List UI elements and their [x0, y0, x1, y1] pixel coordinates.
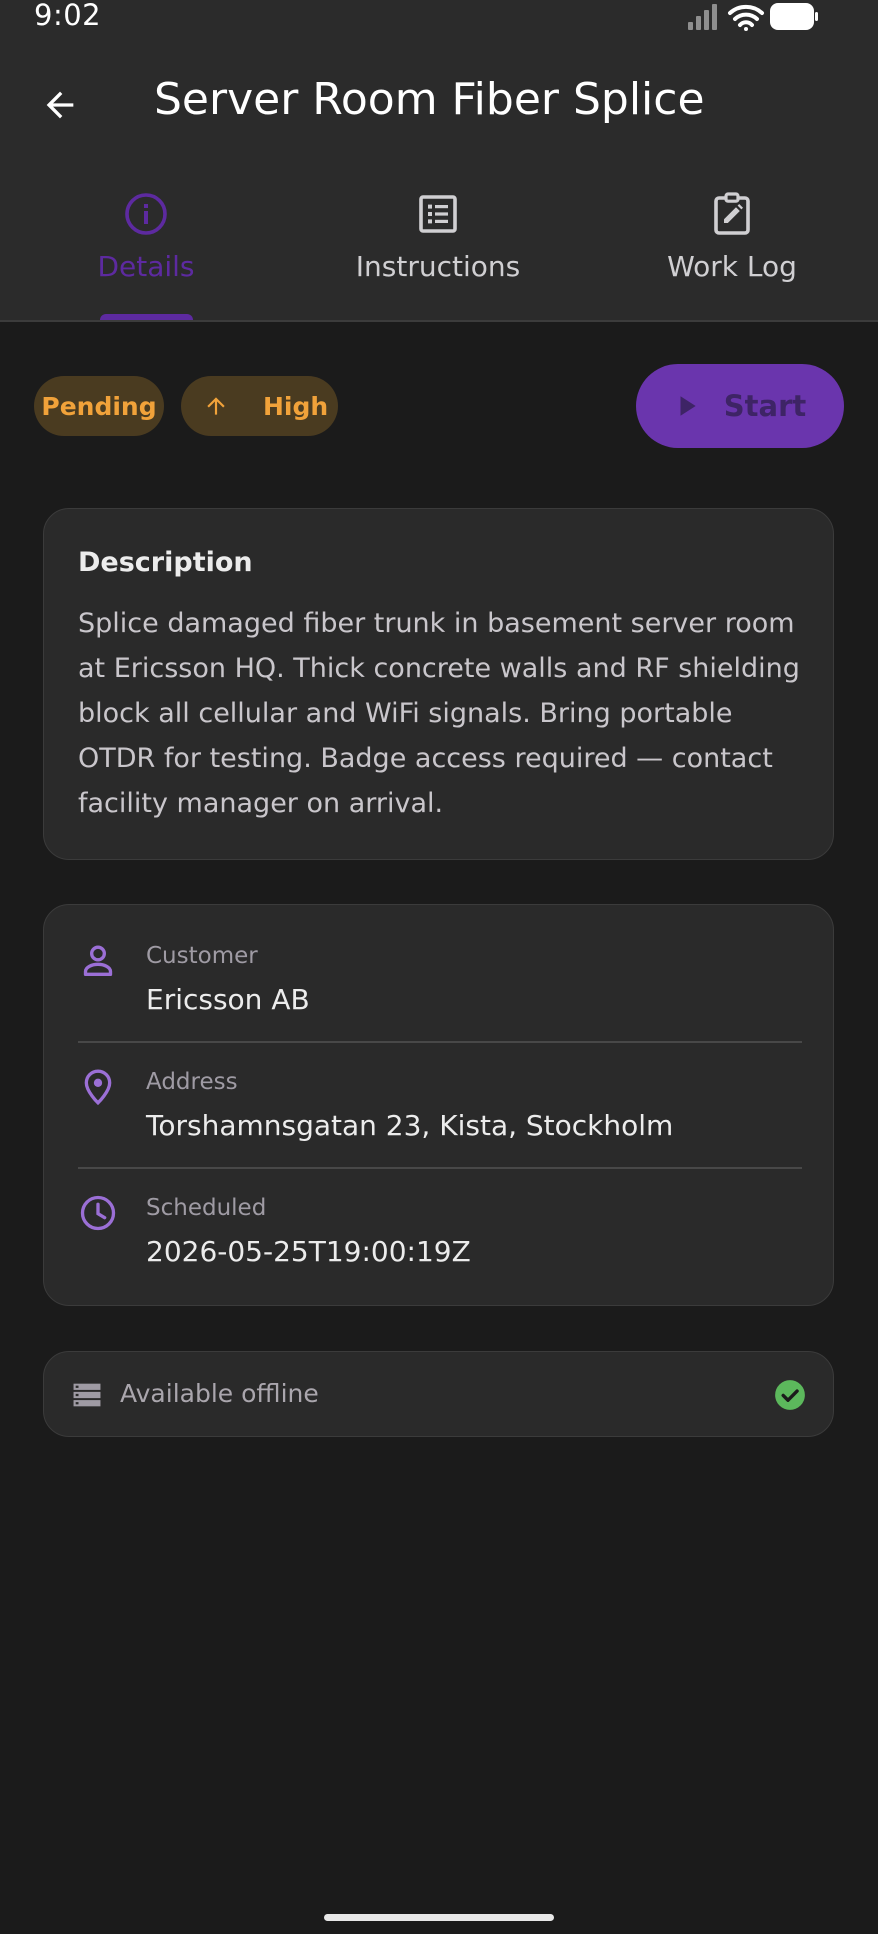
clock-icon — [80, 1195, 116, 1231]
tab-work-log[interactable]: Work Log — [586, 178, 878, 320]
location-pin-icon — [84, 1069, 112, 1106]
offline-label: Available offline — [120, 1379, 319, 1408]
customer-row: Customer Ericsson AB — [44, 905, 833, 1031]
tab-details[interactable]: Details — [0, 178, 292, 320]
priority-badge-label: High — [263, 391, 329, 421]
info-icon — [125, 193, 167, 235]
person-icon — [83, 945, 113, 976]
description-title: Description — [78, 547, 253, 578]
arrow-up-icon — [207, 397, 225, 415]
address-value: Torshamnsgatan 23, Kista, Stockholm — [146, 1109, 674, 1142]
battery-icon — [770, 3, 818, 30]
tab-active-indicator — [100, 314, 193, 320]
wifi-icon — [728, 4, 764, 31]
scheduled-value: 2026-05-25T19:00:19Z — [146, 1235, 471, 1268]
start-button[interactable]: Start — [636, 364, 844, 448]
top-app-area: 9:02 Server Room Fiber Splice Details In… — [0, 0, 878, 322]
clipboard-edit-icon — [714, 192, 750, 235]
tab-instructions-label: Instructions — [355, 250, 521, 283]
status-time: 9:02 — [34, 0, 102, 32]
status-badge-label: Pending — [41, 391, 157, 421]
description-card: Description Splice damaged fiber trunk i… — [43, 508, 834, 860]
details-card: Customer Ericsson AB Address Torshamnsga… — [43, 904, 834, 1306]
arrow-back-icon — [46, 91, 74, 119]
back-button[interactable] — [28, 73, 92, 137]
address-row: Address Torshamnsgatan 23, Kista, Stockh… — [44, 1031, 833, 1157]
cellular-signal-icon — [688, 4, 717, 30]
tab-instructions[interactable]: Instructions — [292, 178, 584, 320]
address-label: Address — [146, 1069, 238, 1095]
list-icon — [419, 195, 457, 233]
play-icon — [680, 396, 696, 416]
status-bar: 9:02 — [0, 0, 878, 36]
priority-badge: High — [181, 376, 338, 436]
description-body: Splice damaged fiber trunk in basement s… — [78, 608, 800, 819]
customer-label: Customer — [146, 943, 258, 969]
scheduled-row: Scheduled 2026-05-25T19:00:19Z — [44, 1157, 833, 1283]
tab-work-log-label: Work Log — [667, 250, 797, 283]
status-icons — [688, 3, 818, 31]
status-badge: Pending — [34, 376, 164, 436]
start-button-label: Start — [723, 389, 807, 423]
offline-status-card: Available offline — [43, 1351, 834, 1437]
customer-value: Ericsson AB — [146, 983, 310, 1016]
tab-details-label: Details — [97, 250, 195, 283]
check-circle-icon — [775, 1380, 805, 1410]
tab-bar: Details Instructions Work Log — [0, 178, 878, 320]
page-title: Server Room Fiber Splice — [154, 74, 705, 125]
storage-icon — [73, 1383, 101, 1407]
app-bar: Server Room Fiber Splice — [0, 58, 878, 148]
scheduled-label: Scheduled — [146, 1195, 267, 1221]
home-indicator[interactable] — [324, 1914, 554, 1921]
